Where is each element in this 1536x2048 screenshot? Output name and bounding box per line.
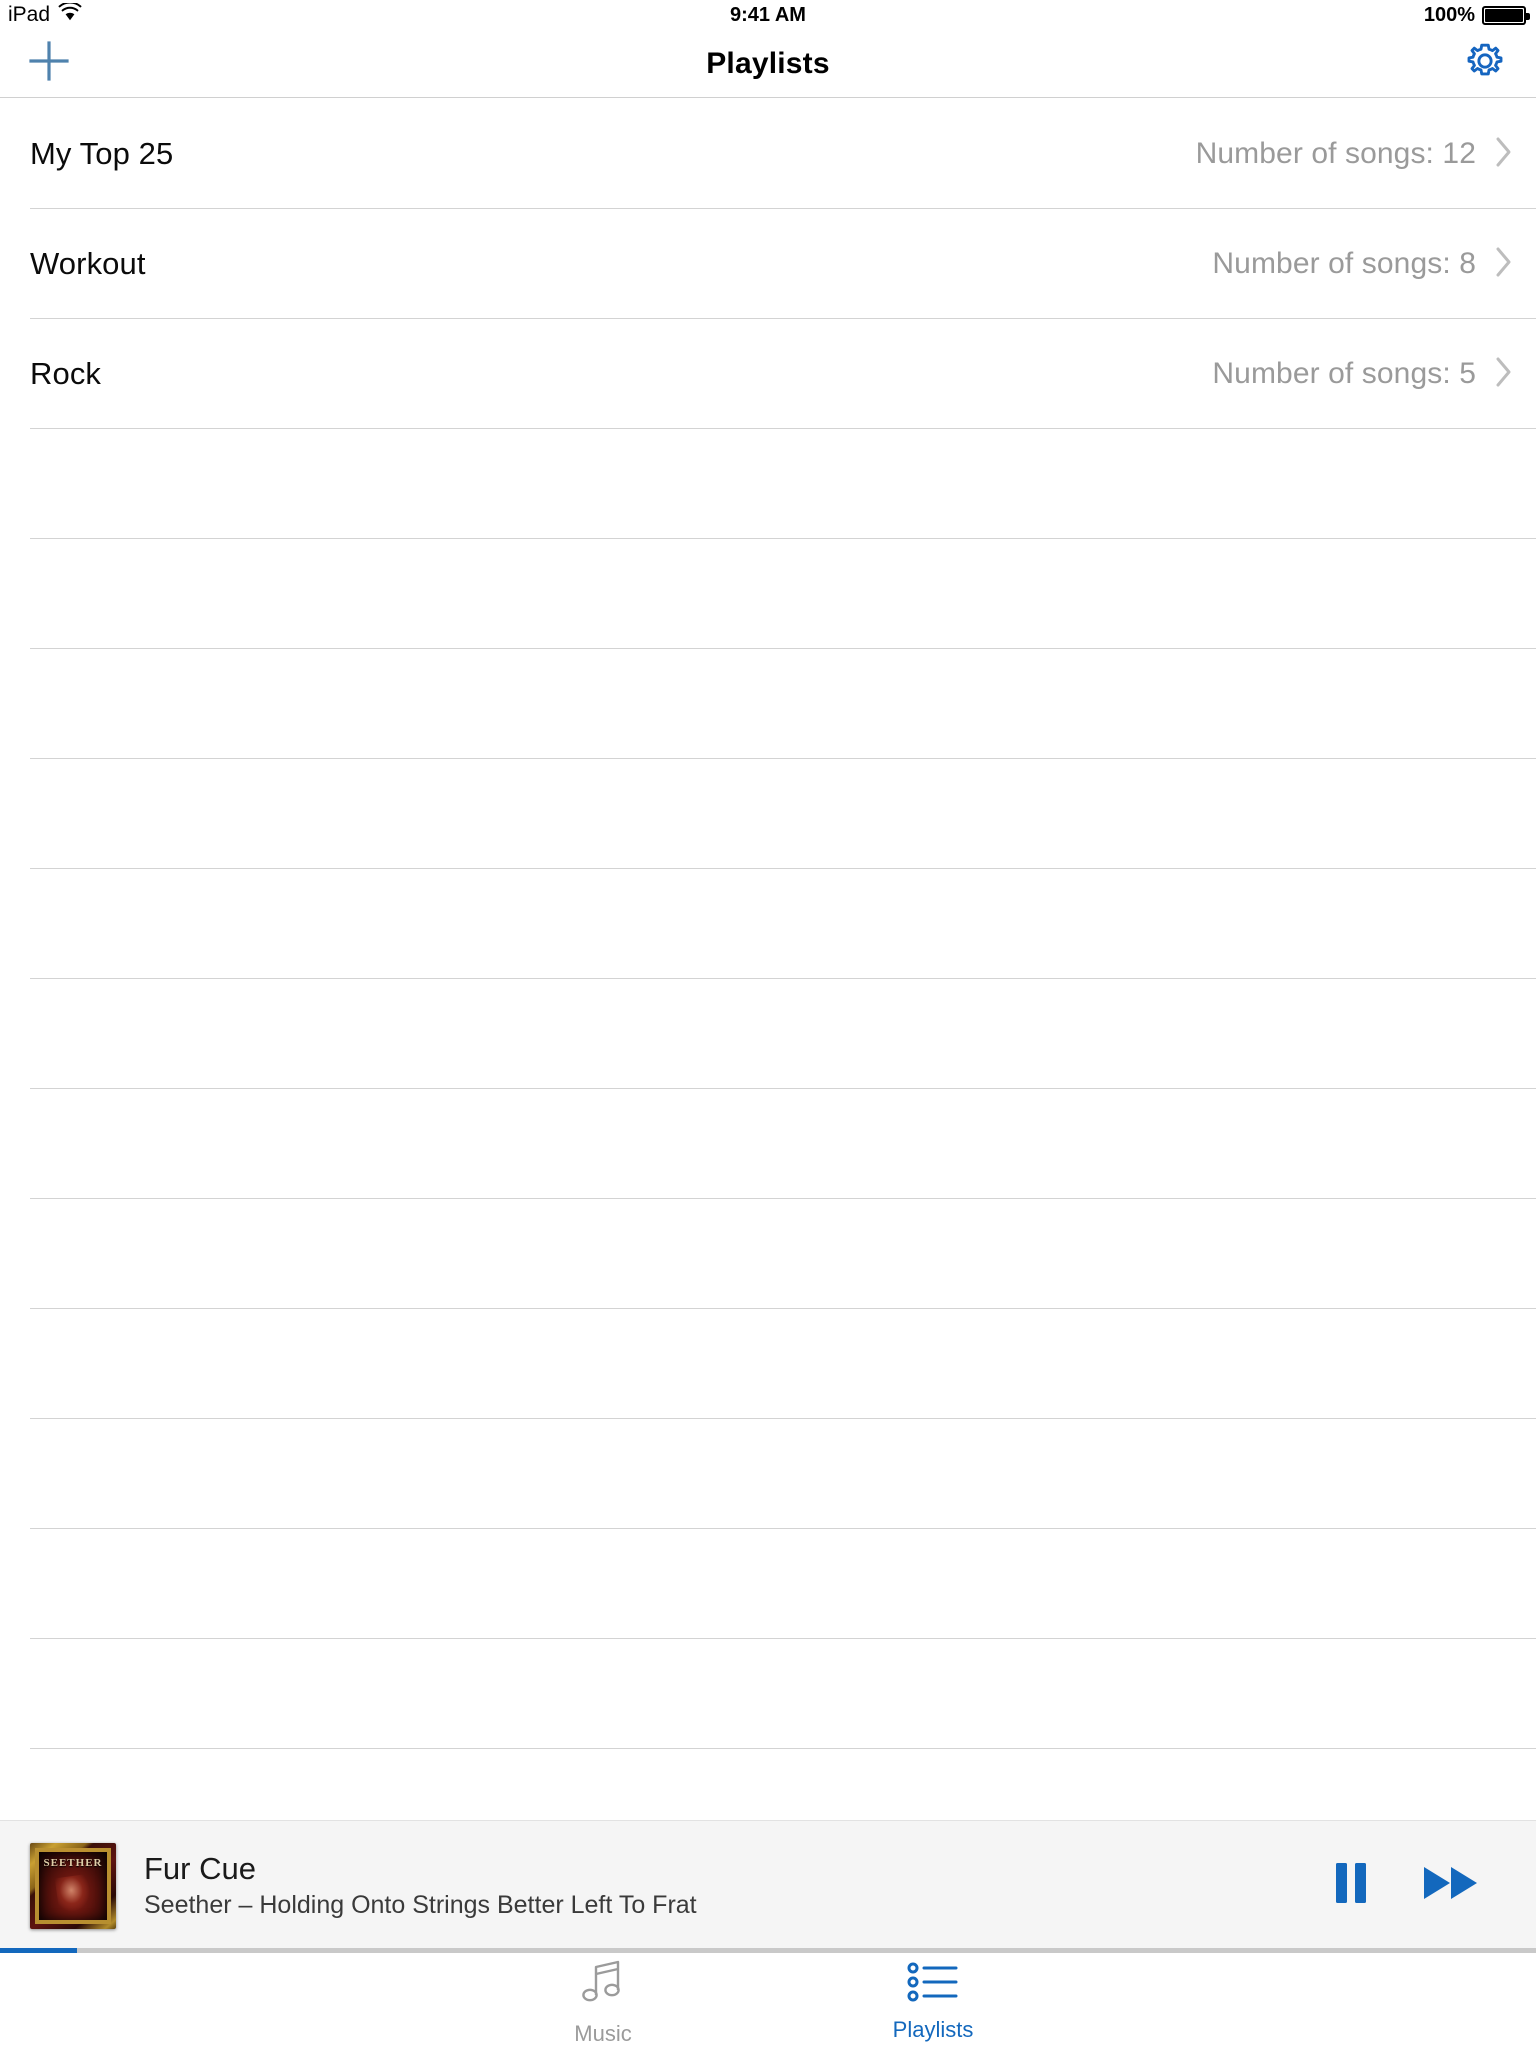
status-bar-time: 9:41 AM (730, 3, 806, 26)
playback-controls (1332, 1861, 1536, 1910)
music-note-icon (576, 1955, 630, 2014)
chevron-right-icon (1494, 135, 1514, 174)
app-screen: iPad 9:41 AM 100% Playlists My Top 25 Nu… (0, 0, 1536, 2048)
empty-table-row (0, 1199, 1536, 1309)
bulleted-list-icon (906, 1959, 960, 2010)
tab-playlists-label: Playlists (892, 2016, 974, 2042)
album-artwork-label: SEETHER (43, 1857, 103, 1870)
playlists-rows: My Top 25 Number of songs: 12 Workout Numbe… (0, 99, 1536, 1820)
chevron-right-icon (1494, 245, 1514, 284)
playlist-song-count: Number of songs: 5 (1212, 357, 1476, 390)
empty-table-row (0, 1749, 1536, 1820)
pause-icon (1332, 1861, 1370, 1910)
empty-table-row (0, 1309, 1536, 1419)
now-playing-bar[interactable]: SEETHER Fur Cue Seether – Holding Onto S… (0, 1820, 1536, 1950)
empty-table-row (0, 429, 1536, 539)
playlist-row-right: Number of songs: 5 (1212, 355, 1536, 394)
pause-button[interactable] (1332, 1861, 1370, 1910)
album-artwork-figure (54, 1873, 92, 1914)
tab-music[interactable]: Music (518, 1955, 688, 2047)
table-row[interactable]: My Top 25 Number of songs: 12 (0, 99, 1536, 209)
battery-full-icon (1482, 5, 1530, 25)
navigation-bar: Playlists (0, 30, 1536, 98)
playlist-song-count: Number of songs: 12 (1195, 137, 1476, 170)
album-artwork[interactable]: SEETHER (30, 1842, 116, 1929)
chevron-right-icon (1494, 355, 1514, 394)
tab-playlists[interactable]: Playlists (848, 1959, 1018, 2043)
status-bar: iPad 9:41 AM 100% (0, 0, 1536, 30)
page-title: Playlists (706, 46, 830, 80)
now-playing-subtitle: Seether – Holding Onto Strings Better Le… (144, 1891, 697, 1919)
status-bar-right: 100% (1423, 3, 1530, 27)
empty-table-row (0, 1639, 1536, 1749)
now-playing-text: Fur Cue Seether – Holding Onto Strings B… (144, 1851, 697, 1920)
playlist-row-right: Number of songs: 8 (1212, 245, 1536, 284)
now-playing-title: Fur Cue (144, 1851, 256, 1886)
empty-table-row (0, 979, 1536, 1089)
empty-table-row (0, 1419, 1536, 1529)
playlist-name: My Top 25 (30, 136, 174, 171)
playlists-table[interactable]: My Top 25 Number of songs: 12 Workout Numbe… (0, 99, 1536, 1820)
table-row[interactable]: Rock Number of songs: 5 (0, 319, 1536, 429)
playlist-song-count: Number of songs: 8 (1212, 247, 1476, 280)
empty-table-row (0, 539, 1536, 649)
empty-table-row (0, 869, 1536, 979)
table-row[interactable]: Workout Number of songs: 8 (0, 209, 1536, 319)
battery-percent-label: 100% (1423, 3, 1475, 26)
playlist-name: Workout (30, 246, 146, 281)
empty-table-row (0, 649, 1536, 759)
tab-bar: Music Playlists (0, 1953, 1536, 2048)
empty-table-row (0, 1529, 1536, 1639)
empty-table-row (0, 759, 1536, 869)
settings-button[interactable] (1458, 37, 1512, 91)
playlist-name: Rock (30, 356, 102, 391)
playlist-row-right: Number of songs: 12 (1196, 135, 1536, 174)
tab-music-label: Music (574, 2020, 632, 2046)
gear-icon (1462, 38, 1508, 89)
fast-forward-icon (1422, 1863, 1480, 1908)
empty-table-row (0, 1089, 1536, 1199)
next-track-button[interactable] (1422, 1863, 1480, 1908)
